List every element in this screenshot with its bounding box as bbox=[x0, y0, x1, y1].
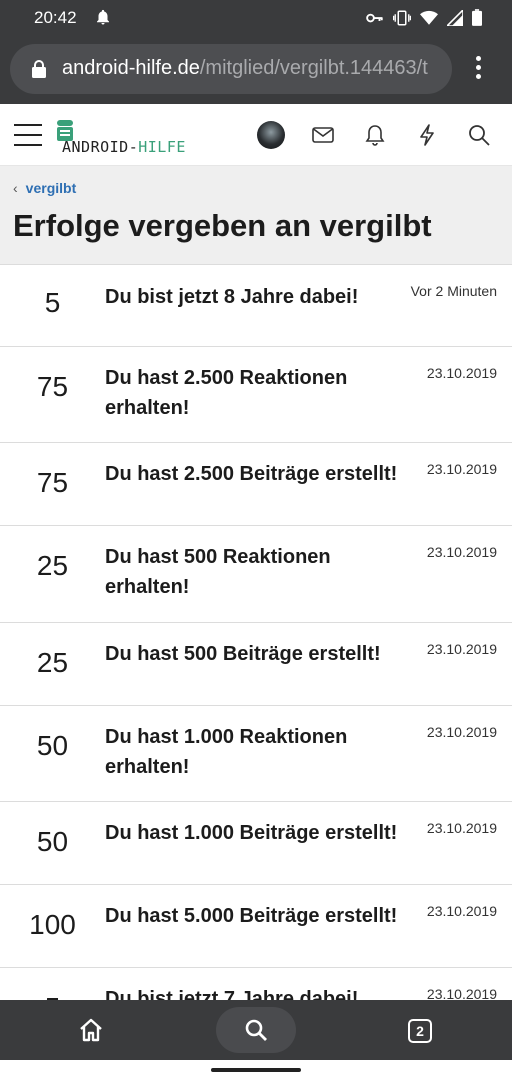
achievement-points: 5 bbox=[44, 287, 61, 318]
achievement-title: Du hast 500 Beiträge erstellt! bbox=[105, 643, 381, 665]
url-text: android-hilfe.de/mitglied/vergilbt.14446… bbox=[62, 57, 428, 80]
achievement-points: 50 bbox=[36, 826, 69, 857]
achievement-title: Du bist jetzt 8 Jahre dabei! bbox=[105, 286, 359, 308]
achievement-date: 23.10.2019 bbox=[426, 903, 497, 919]
achievement-date: 23.10.2019 bbox=[426, 461, 497, 477]
achievement-date: 23.10.2019 bbox=[426, 986, 497, 1000]
site-header: ANDROID-HILFE bbox=[0, 104, 512, 166]
achievement-row[interactable]: 5 Du bist jetzt 8 Jahre dabei! Vor 2 Min… bbox=[0, 264, 512, 347]
breadcrumb-label: vergilbt bbox=[25, 180, 77, 196]
achievement-row[interactable]: 50 Du hast 1.000 Beiträge erstellt! 23.1… bbox=[0, 802, 512, 885]
achievement-points: 100 bbox=[29, 909, 76, 940]
achievement-date: 23.10.2019 bbox=[426, 820, 497, 836]
achievement-title: Du hast 500 Reaktionen erhalten! bbox=[105, 546, 331, 598]
web-page: ANDROID-HILFE ‹ vergilbt Erfolge vergeben… bbox=[0, 104, 512, 1000]
status-time: 20:42 bbox=[34, 8, 77, 27]
achievement-title: Du hast 5.000 Beiträge erstellt! bbox=[105, 905, 398, 927]
notification-bell-icon bbox=[94, 8, 112, 31]
achievement-title: Du hast 1.000 Beiträge erstellt! bbox=[105, 822, 398, 844]
search-icon bbox=[245, 1019, 267, 1041]
status-bar: 20:42 bbox=[0, 0, 512, 36]
home-icon[interactable] bbox=[78, 1018, 104, 1047]
achievement-date: 23.10.2019 bbox=[426, 544, 497, 560]
achievement-row[interactable]: 75 Du hast 2.500 Beiträge erstellt! 23.1… bbox=[0, 443, 512, 526]
browser-toolbar: android-hilfe.de/mitglied/vergilbt.14446… bbox=[0, 36, 512, 104]
battery-icon bbox=[472, 9, 482, 31]
search-button[interactable] bbox=[216, 1007, 296, 1053]
achievement-points: 5 bbox=[0, 992, 105, 1000]
lock-icon bbox=[32, 60, 46, 83]
chevron-left-icon: ‹ bbox=[13, 180, 18, 196]
browser-bottom-bar: 2 bbox=[0, 1000, 512, 1060]
achievement-points: 25 bbox=[36, 550, 69, 581]
signal-icon bbox=[445, 7, 464, 31]
mail-icon[interactable] bbox=[308, 120, 338, 150]
achievement-title: Du hast 2.500 Beiträge erstellt! bbox=[105, 463, 398, 485]
achievement-points: 75 bbox=[36, 467, 69, 498]
logo-text: ANDROID-HILFE bbox=[62, 138, 186, 156]
achievement-title: Du hast 1.000 Reaktionen erhalten! bbox=[105, 726, 348, 778]
achievement-row[interactable]: 5 Du bist jetzt 7 Jahre dabei! 23.10.201… bbox=[0, 968, 512, 1000]
browser-menu-icon[interactable] bbox=[466, 56, 490, 86]
page-header: ‹ vergilbt Erfolge vergeben an vergilbt bbox=[0, 166, 512, 264]
url-path: /mitglied/vergilbt.144463/t bbox=[199, 57, 428, 79]
achievement-date: 23.10.2019 bbox=[426, 724, 497, 740]
wifi-icon bbox=[420, 10, 438, 31]
achievement-row[interactable]: 75 Du hast 2.500 Reaktionen erhalten! 23… bbox=[0, 347, 512, 443]
achievement-row[interactable]: 25 Du hast 500 Beiträge erstellt! 23.10.… bbox=[0, 623, 512, 706]
address-bar[interactable]: android-hilfe.de/mitglied/vergilbt.14446… bbox=[10, 44, 452, 94]
achievement-date: 23.10.2019 bbox=[426, 641, 497, 657]
vibrate-icon bbox=[392, 10, 412, 31]
achievement-points: 75 bbox=[36, 371, 69, 402]
achievement-list: 5 Du bist jetzt 8 Jahre dabei! Vor 2 Min… bbox=[0, 264, 512, 1000]
achievement-points: 25 bbox=[36, 647, 69, 678]
search-icon[interactable] bbox=[464, 120, 494, 150]
site-logo[interactable]: ANDROID-HILFE bbox=[56, 116, 196, 156]
notifications-bell-icon[interactable] bbox=[360, 120, 390, 150]
tab-switcher-button[interactable]: 2 bbox=[408, 1019, 432, 1043]
user-avatar[interactable] bbox=[256, 120, 286, 150]
gesture-handle[interactable] bbox=[211, 1068, 301, 1072]
breadcrumb[interactable]: ‹ vergilbt bbox=[13, 180, 76, 196]
achievement-row[interactable]: 25 Du hast 500 Reaktionen erhalten! 23.1… bbox=[0, 526, 512, 623]
achievement-title: Du bist jetzt 7 Jahre dabei! bbox=[105, 988, 359, 1000]
achievement-row[interactable]: 100 Du hast 5.000 Beiträge erstellt! 23.… bbox=[0, 885, 512, 968]
achievement-date: Vor 2 Minuten bbox=[410, 283, 497, 299]
page-title: Erfolge vergeben an vergilbt bbox=[13, 208, 432, 243]
key-icon bbox=[366, 11, 384, 30]
achievement-points: 50 bbox=[36, 730, 69, 761]
achievement-date: 23.10.2019 bbox=[426, 365, 497, 381]
achievement-title: Du hast 2.500 Reaktionen erhalten! bbox=[105, 367, 348, 419]
url-domain: android-hilfe.de bbox=[62, 57, 200, 79]
gesture-bar bbox=[0, 1060, 512, 1080]
hamburger-menu-icon[interactable] bbox=[14, 124, 42, 146]
achievement-row[interactable]: 50 Du hast 1.000 Reaktionen erhalten! 23… bbox=[0, 706, 512, 802]
lightning-icon[interactable] bbox=[412, 120, 442, 150]
